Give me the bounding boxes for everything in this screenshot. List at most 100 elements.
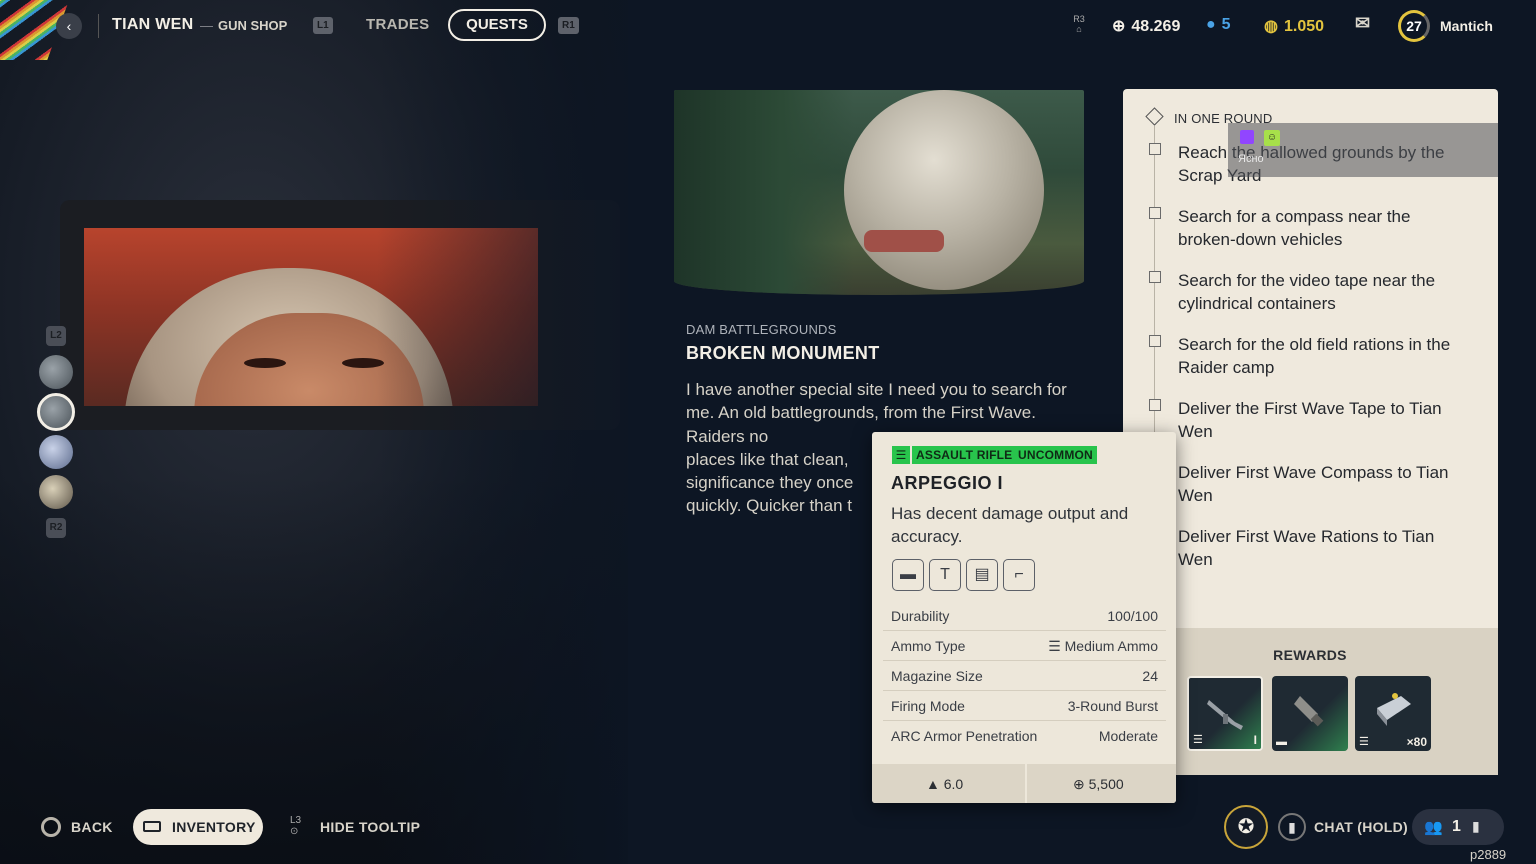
player-level-badge[interactable]: 27: [1398, 10, 1430, 42]
user-icon: ☺: [1264, 130, 1280, 146]
stat-row: Durability 100/100: [883, 601, 1166, 631]
checkbox-icon: [1149, 335, 1161, 347]
stat-label: Firing Mode: [891, 698, 965, 714]
item-weight: ▲ 6.0: [926, 776, 964, 792]
objective-item: Search for a compass near the broken-dow…: [1178, 207, 1411, 249]
touchpad-icon: [143, 821, 161, 832]
l2-hint-icon: L2: [46, 326, 66, 346]
list-icon: ☰: [1359, 736, 1369, 748]
quest-title: BROKEN MONUMENT: [686, 343, 880, 363]
r1-hint-icon: R1: [558, 17, 579, 34]
shop-name: GUN SHOP: [218, 18, 288, 33]
party-icon: 👥: [1424, 819, 1443, 836]
chat-button[interactable]: CHAT (HOLD): [1314, 819, 1408, 835]
item-price: ⊕ 5,500: [1073, 776, 1124, 792]
underbarrel-slot-icon: T: [929, 559, 961, 591]
stat-row: ARC Armor Penetration Moderate: [883, 721, 1166, 751]
objective-item: Deliver First Wave Compass to Tian Wen: [1178, 463, 1449, 505]
objective-item: Deliver First Wave Rations to Tian Wen: [1178, 527, 1435, 569]
wrecked-car: [864, 230, 944, 252]
npc-name: TIAN WEN: [112, 16, 194, 33]
objective-item: Search for the video tape near the cylin…: [1178, 271, 1436, 313]
rewards-label: REWARDS: [1273, 647, 1347, 663]
npc-portrait-scene: [0, 0, 628, 864]
circle-button-icon: [41, 817, 61, 837]
raider-coin-icon: ◍: [1264, 18, 1278, 35]
reward-item-assault-rifle[interactable]: ☰ I: [1187, 676, 1263, 751]
party-mic-icon: ▮: [1472, 818, 1480, 834]
l3-stick-icon: L3 ⊙: [290, 815, 302, 837]
objective-item: Deliver the First Wave Tape to Tian Wen: [1178, 399, 1442, 441]
stat-value: 100/100: [1107, 608, 1158, 624]
coin-icon: ⊕: [1112, 18, 1126, 35]
raider-currency-balance: ◍ 1.050: [1264, 18, 1325, 35]
item-description: Has decent damage output and accuracy.: [891, 504, 1129, 546]
divider: [1025, 764, 1027, 803]
item-category-badge: ASSAULT RIFLE: [912, 446, 1017, 464]
magazine-slot-icon: ▤: [966, 559, 998, 591]
stat-row: Ammo Type ☰ Medium Ammo: [883, 631, 1166, 661]
tooltip-footer: [872, 764, 1176, 803]
emblem-icon: ✪: [1224, 805, 1268, 849]
checkbox-icon: [1149, 271, 1161, 283]
twitch-icon: [1240, 130, 1254, 144]
stock-slot-icon: ⌐: [1003, 559, 1035, 591]
divider: [98, 14, 99, 38]
scene-fog: [0, 0, 628, 864]
coin-icon: ⊕: [1073, 776, 1089, 792]
party-count: 1: [1452, 818, 1461, 835]
r2-hint-icon: R2: [46, 518, 66, 538]
reward-qty: ×80: [1406, 735, 1427, 749]
stat-value: ☰ Medium Ammo: [1048, 638, 1158, 654]
item-rarity-badge: UNCOMMON: [1014, 446, 1097, 464]
quest-area: DAM BATTLEGROUNDS: [686, 322, 837, 337]
coins-balance: ⊕ 48.269: [1112, 18, 1181, 35]
back-button[interactable]: BACK: [71, 819, 113, 835]
build-id: p2889: [1470, 847, 1507, 862]
forest: [674, 90, 854, 295]
objective-item: Search for the old field rations in the …: [1178, 335, 1451, 377]
stat-value: Moderate: [1098, 728, 1158, 744]
stat-value: 3-Round Burst: [1067, 698, 1158, 714]
mail-icon[interactable]: ✉: [1355, 13, 1370, 34]
stat-row: Firing Mode 3-Round Burst: [883, 691, 1166, 721]
quest-selector-dot-active[interactable]: [37, 393, 75, 431]
ammo-icon: ☰: [1048, 638, 1065, 654]
checkbox-icon: [1149, 399, 1161, 411]
tokens-balance: ● 5: [1206, 16, 1231, 33]
twitch-message: Ясно: [1238, 153, 1264, 165]
ammo-box-icon: [1377, 693, 1411, 726]
rifle-icon: [1207, 700, 1243, 730]
top-bar: ‹ TIAN WEN — GUN SHOP L1 TRADES QUESTS R…: [0, 0, 1536, 52]
checkbox-icon: [1149, 207, 1161, 219]
list-icon: ☰: [892, 446, 910, 464]
reward-item-ammo[interactable]: ☰ ×80: [1355, 676, 1431, 751]
stat-row: Magazine Size 24: [883, 661, 1166, 691]
l1-hint-icon: L1: [313, 17, 333, 34]
barrel-icon: ▬: [1276, 736, 1287, 748]
checkbox-icon: [1149, 143, 1161, 155]
dome-structure: [844, 90, 1044, 290]
tab-trades[interactable]: TRADES: [366, 16, 429, 33]
quest-selector-dot[interactable]: [39, 435, 73, 469]
stat-label: Ammo Type: [891, 638, 966, 654]
reward-item-attachment[interactable]: ▬: [1272, 676, 1348, 751]
stat-label: Magazine Size: [891, 668, 983, 684]
inventory-label[interactable]: INVENTORY: [172, 819, 256, 835]
username[interactable]: Mantich: [1440, 18, 1493, 34]
stat-label: Durability: [891, 608, 950, 624]
item-name: ARPEGGIO I: [891, 473, 1004, 493]
quest-selector-dot[interactable]: [39, 355, 73, 389]
hide-tooltip-button[interactable]: HIDE TOOLTIP: [320, 819, 420, 835]
tab-quests[interactable]: QUESTS: [448, 9, 546, 41]
mic-icon[interactable]: ▮: [1278, 813, 1306, 841]
breadcrumb-dash: —: [200, 18, 213, 33]
attachment-icon: [1294, 696, 1324, 727]
quest-selector-dot[interactable]: [39, 475, 73, 509]
list-icon: ☰: [1193, 734, 1203, 746]
back-arrow-icon[interactable]: ‹: [56, 13, 82, 39]
token-icon: ●: [1206, 16, 1216, 33]
stat-label: ARC Armor Penetration: [891, 728, 1038, 744]
reward-qty: I: [1253, 733, 1257, 747]
muzzle-slot-icon: ▬: [892, 559, 924, 591]
